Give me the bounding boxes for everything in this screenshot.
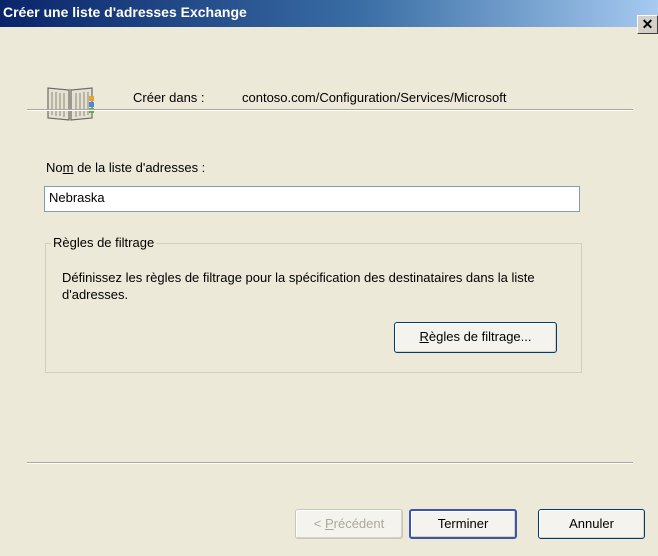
- dialog-body: Créer dans : contoso.com/Configuration/S…: [0, 27, 658, 556]
- top-separator: [27, 109, 633, 111]
- finish-button[interactable]: Terminer: [409, 509, 517, 539]
- create-in-label: Créer dans :: [133, 90, 205, 105]
- filter-rules-groupbox: [45, 243, 582, 373]
- name-label: Nom de la liste d'adresses :: [46, 160, 206, 175]
- address-list-name-input[interactable]: Nebraska: [44, 186, 580, 212]
- create-in-path: contoso.com/Configuration/Services/Micro…: [242, 90, 507, 105]
- bottom-separator: [27, 462, 633, 464]
- filter-rules-button[interactable]: Règles de filtrage...: [394, 322, 557, 353]
- cancel-button[interactable]: Annuler: [538, 509, 645, 539]
- address-book-icon: [47, 87, 94, 121]
- window-title: Créer une liste d'adresses Exchange: [3, 4, 247, 20]
- title-bar: Créer une liste d'adresses Exchange: [0, 0, 658, 27]
- previous-button[interactable]: < Précédent: [295, 509, 403, 539]
- filter-rules-description: Définissez les règles de filtrage pour l…: [62, 270, 535, 302]
- filter-rules-legend: Règles de filtrage: [51, 235, 157, 250]
